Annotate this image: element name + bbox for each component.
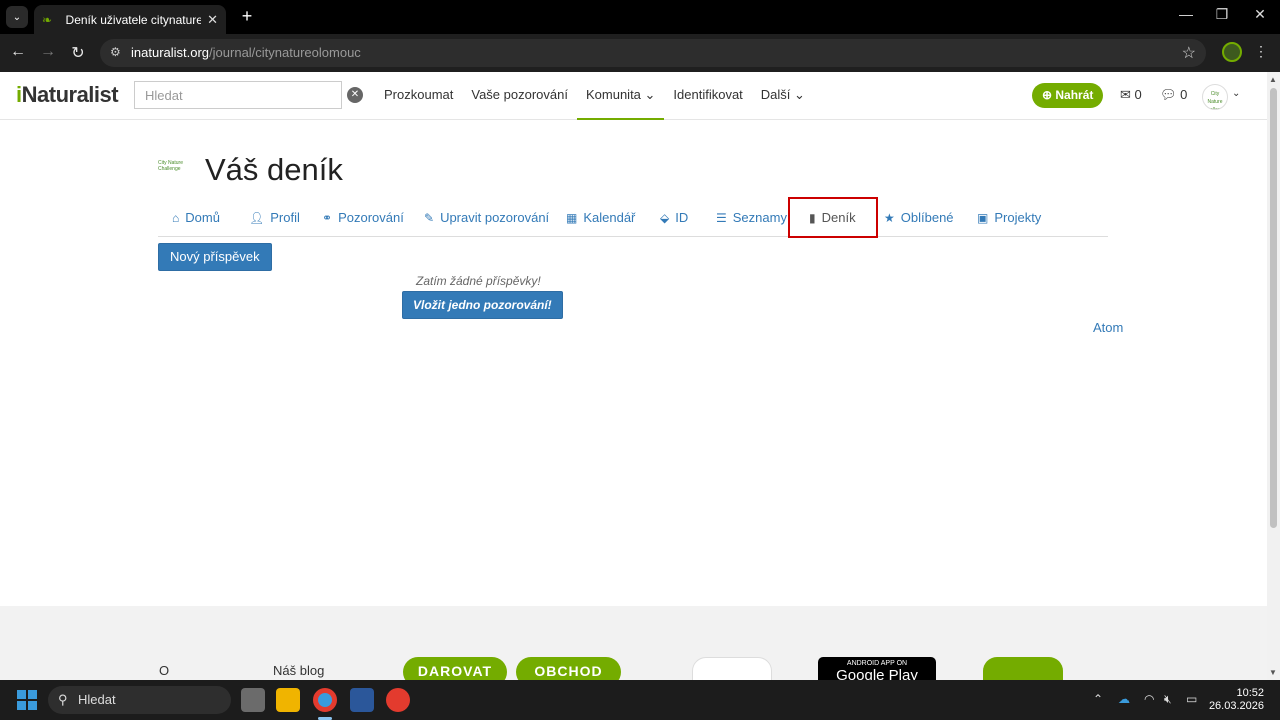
scroll-down-icon[interactable]: ▼ <box>1269 668 1277 677</box>
home-icon: ⌂ <box>172 211 180 225</box>
battery-icon[interactable]: ▭ <box>1186 692 1197 706</box>
search-clear-icon[interactable]: ✕ <box>347 87 363 103</box>
footer-link-blog[interactable]: Náš blog <box>273 663 324 678</box>
bookmark-star-icon[interactable]: ☆ <box>1182 43 1196 63</box>
tray-overflow-icon[interactable]: ⌃ <box>1093 692 1103 706</box>
reload-icon[interactable]: ↻ <box>68 43 88 63</box>
subnav-edit-observations[interactable]: ✎ Upravit pozorování <box>424 199 549 237</box>
inaturalist-favicon-icon: ❧ <box>42 12 53 27</box>
user-avatar[interactable]: City Nature Challenge <box>1202 84 1228 110</box>
inaturalist-app-icon[interactable] <box>983 657 1063 680</box>
word-icon[interactable] <box>350 688 374 712</box>
envelope-icon: ✉ <box>1120 87 1135 102</box>
subnav-projects[interactable]: ▣ Projekty <box>977 199 1041 237</box>
site-footer: O Náš blog DAROVAT OBCHOD ANDROID APP ON… <box>0 606 1267 680</box>
browser-tab[interactable]: ❧ Deník uživatele citynatureolomouc ✕ <box>34 5 226 34</box>
empty-journal-message: Zatím žádné příspěvky! <box>416 274 541 288</box>
briefcase-icon: ▣ <box>977 211 989 225</box>
pencil-icon: ✎ <box>424 211 435 225</box>
google-play-badge[interactable]: ANDROID APP ON Google Play <box>818 657 936 680</box>
back-icon[interactable]: ← <box>8 43 28 61</box>
new-tab-icon[interactable]: + <box>236 6 258 27</box>
notifications-button[interactable]: 💬︎ 0 <box>1160 87 1187 103</box>
main-nav: Prozkoumat Vaše pozorování Komunita ⌄ Id… <box>375 72 814 120</box>
browser-menu-icon[interactable]: ⋮ <box>1254 43 1268 60</box>
calendar-icon: ▦ <box>566 211 578 225</box>
browser-tab-bar: ⌄ ❧ Deník uživatele citynatureolomouc ✕ … <box>0 0 1280 34</box>
taskbar-clock[interactable]: 10:52 26.03.2026 <box>1209 687 1264 713</box>
chrome-icon[interactable] <box>313 688 337 712</box>
profile-subnav: ⌂ Domů 👤︎ Profil ⚭ Pozorování ✎ Upravit pozo… <box>158 199 1108 237</box>
windows-taskbar: ⚲ Hledat ⌃ ☁ ◠ 🔇︎ ▭ 10:52 26.03.2026 <box>0 680 1280 720</box>
star-icon: ★ <box>884 211 895 225</box>
clock-time: 10:52 <box>1236 687 1264 699</box>
clock-date: 26.03.2026 <box>1208 700 1264 712</box>
address-bar[interactable]: ⚙ inaturalist.org/journal/citynatureolom… <box>100 39 1206 67</box>
page-viewport: iNaturalist ✕ Prozkoumat Vaše pozorování… <box>0 72 1267 680</box>
windows-start-icon[interactable] <box>17 690 37 710</box>
upload-icon: ⊕ <box>1042 88 1056 102</box>
nav-community[interactable]: Komunita ⌄ <box>576 72 665 120</box>
nav-identify[interactable]: Identifikovat <box>664 72 751 120</box>
task-view-icon[interactable] <box>241 688 265 712</box>
wifi-icon[interactable]: ◠ <box>1144 692 1154 706</box>
chevron-down-icon[interactable]: ⌄ <box>1232 88 1240 99</box>
subnav-calendar[interactable]: ▦ Kalendář <box>566 199 635 237</box>
subnav-observations[interactable]: ⚭ Pozorování <box>322 199 404 237</box>
nav-your-observations[interactable]: Vaše pozorování <box>462 72 577 120</box>
tab-close-icon[interactable]: ✕ <box>207 12 218 28</box>
inaturalist-logo[interactable]: iNaturalist <box>16 82 119 108</box>
messages-button[interactable]: ✉ 0 <box>1120 87 1142 103</box>
page-title: Váš deník <box>205 152 343 187</box>
volume-muted-icon[interactable]: 🔇︎ <box>1164 692 1172 707</box>
site-info-icon[interactable]: ⚙ <box>110 45 121 59</box>
taskbar-search[interactable]: ⚲ Hledat <box>48 686 231 714</box>
nav-explore[interactable]: Prozkoumat <box>375 72 462 120</box>
city-nature-challenge-logo: City Nature Challenge <box>158 160 184 172</box>
scroll-up-icon[interactable]: ▲ <box>1269 75 1277 84</box>
minimize-icon[interactable]: — <box>1176 6 1196 22</box>
user-icon: 👤︎ <box>249 211 265 225</box>
tag-icon: ⬙ <box>660 211 670 225</box>
scroll-thumb[interactable] <box>1270 88 1277 528</box>
tab-search-button[interactable]: ⌄ <box>6 6 28 28</box>
footer-link-about[interactable]: O <box>159 663 169 678</box>
subnav-home[interactable]: ⌂ Domů <box>172 199 220 237</box>
donate-button[interactable]: DAROVAT <box>403 657 507 680</box>
tab-title: Deník uživatele citynatureolomouc <box>65 12 202 27</box>
onedrive-icon[interactable]: ☁ <box>1118 692 1130 706</box>
search-input[interactable] <box>134 81 342 109</box>
browser-toolbar: ← → ↻ ⚙ inaturalist.org/journal/citynatu… <box>0 34 1280 72</box>
highlight-annotation-box <box>788 197 878 238</box>
subnav-profile[interactable]: 👤︎ Profil <box>249 199 300 237</box>
add-observation-button[interactable]: Vložit jedno pozorování! <box>402 291 563 319</box>
list-icon: ☰ <box>716 211 727 225</box>
badge-top-text: ANDROID APP ON <box>846 660 908 667</box>
browser-profile-avatar[interactable] <box>1222 42 1242 62</box>
url-text: inaturalist.org/journal/citynatureolomou… <box>131 45 361 60</box>
forward-icon[interactable]: → <box>38 43 58 61</box>
badge-main-text: Google Play <box>836 667 918 680</box>
page-scrollbar[interactable]: ▲ ▼ <box>1267 72 1280 680</box>
window-close-icon[interactable]: ✕ <box>1250 6 1270 23</box>
search-icon: ⚲ <box>58 692 68 707</box>
seek-app-icon[interactable] <box>692 657 772 680</box>
subnav-lists[interactable]: ☰ Seznamy <box>716 199 787 237</box>
subnav-favorites[interactable]: ★ Oblíbené <box>884 199 954 237</box>
atom-feed-link[interactable]: Atom <box>1093 320 1123 335</box>
shop-button[interactable]: OBCHOD <box>516 657 621 680</box>
restore-icon[interactable]: ❐ <box>1212 6 1232 23</box>
new-post-button[interactable]: Nový příspěvek <box>158 243 272 271</box>
subnav-identifications[interactable]: ⬙ ID <box>660 199 688 237</box>
pdf-app-icon[interactable] <box>386 688 410 712</box>
file-explorer-icon[interactable] <box>276 688 300 712</box>
comment-icon: 💬︎ <box>1160 87 1181 102</box>
binoculars-icon: ⚭ <box>322 211 333 225</box>
nav-more[interactable]: Další ⌄ <box>752 72 814 120</box>
site-header: iNaturalist ✕ Prozkoumat Vaše pozorování… <box>0 72 1267 120</box>
upload-button[interactable]: ⊕ Nahrát <box>1032 83 1104 108</box>
